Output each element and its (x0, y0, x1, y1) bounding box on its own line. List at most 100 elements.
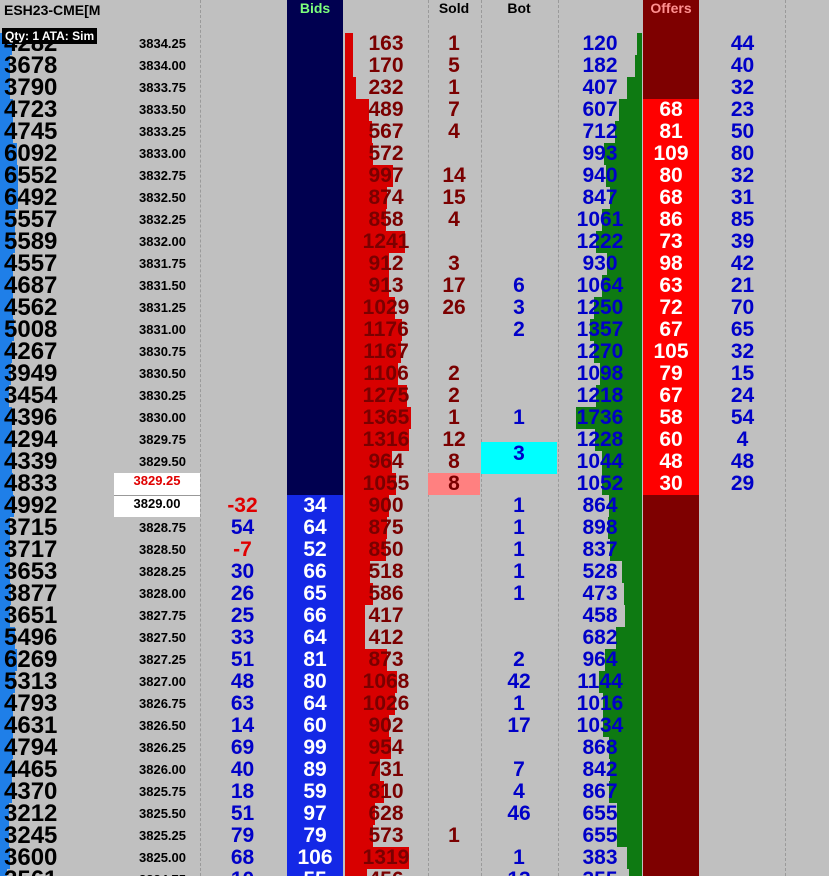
price-value[interactable]: 3825.25 (114, 825, 186, 847)
bid-size[interactable] (287, 187, 343, 209)
bid-size[interactable] (287, 429, 343, 451)
offer-size[interactable]: 86 (643, 209, 699, 231)
bid-size[interactable] (287, 297, 343, 319)
price-value[interactable]: 3830.75 (114, 341, 186, 363)
price-value[interactable]: 3828.25 (114, 561, 186, 583)
bid-size[interactable] (287, 275, 343, 297)
bid-size[interactable] (287, 165, 343, 187)
bid-size[interactable] (287, 77, 343, 99)
bid-size[interactable]: 55 (287, 869, 343, 876)
bid-size[interactable]: 66 (287, 605, 343, 627)
offer-size[interactable] (643, 693, 699, 715)
price-value[interactable]: 3825.00 (114, 847, 186, 869)
bid-size[interactable]: 52 (287, 539, 343, 561)
price-value[interactable]: 3834.00 (114, 55, 186, 77)
bid-size[interactable]: 60 (287, 715, 343, 737)
price-value[interactable]: 3832.75 (114, 165, 186, 187)
price-value[interactable]: 3832.00 (114, 231, 186, 253)
offer-size[interactable]: 67 (643, 385, 699, 407)
bid-size[interactable]: 59 (287, 781, 343, 803)
price-value[interactable]: 3830.25 (114, 385, 186, 407)
bid-size[interactable]: 65 (287, 583, 343, 605)
bid-size[interactable]: 34 (287, 495, 343, 517)
price-value[interactable]: 3832.25 (114, 209, 186, 231)
price-value[interactable]: 3826.75 (114, 693, 186, 715)
price-value[interactable]: 3829.75 (114, 429, 186, 451)
offer-size[interactable]: 72 (643, 297, 699, 319)
offer-size[interactable] (643, 671, 699, 693)
price-value[interactable]: 3828.50 (114, 539, 186, 561)
price-value[interactable]: 3832.50 (114, 187, 186, 209)
offer-size[interactable] (643, 781, 699, 803)
price-value[interactable]: 3827.50 (114, 627, 186, 649)
offer-size[interactable]: 105 (643, 341, 699, 363)
price-value[interactable]: 3824.75 (114, 869, 186, 876)
bid-size[interactable]: 66 (287, 561, 343, 583)
price-value[interactable]: 3826.50 (114, 715, 186, 737)
offer-size[interactable] (643, 847, 699, 869)
bid-size[interactable] (287, 121, 343, 143)
price-value[interactable]: 3828.00 (114, 583, 186, 605)
offer-size[interactable] (643, 803, 699, 825)
offer-size[interactable] (643, 33, 699, 55)
offer-size[interactable]: 79 (643, 363, 699, 385)
bid-size[interactable] (287, 451, 343, 473)
price-value[interactable]: 3831.75 (114, 253, 186, 275)
bid-size[interactable] (287, 209, 343, 231)
bid-size[interactable] (287, 99, 343, 121)
bid-size[interactable]: 79 (287, 825, 343, 847)
price-value[interactable]: 3833.75 (114, 77, 186, 99)
offer-size[interactable] (643, 517, 699, 539)
offer-size[interactable] (643, 77, 699, 99)
price-value[interactable]: 3825.50 (114, 803, 186, 825)
offer-size[interactable]: 81 (643, 121, 699, 143)
offer-size[interactable] (643, 55, 699, 77)
bid-size[interactable] (287, 33, 343, 55)
bid-size[interactable] (287, 407, 343, 429)
offer-size[interactable]: 73 (643, 231, 699, 253)
price-value[interactable]: 3833.25 (114, 121, 186, 143)
bid-size[interactable] (287, 231, 343, 253)
offer-size[interactable]: 80 (643, 165, 699, 187)
bid-size[interactable]: 64 (287, 693, 343, 715)
price-value[interactable]: 3831.50 (114, 275, 186, 297)
offer-size[interactable]: 98 (643, 253, 699, 275)
bid-size[interactable]: 99 (287, 737, 343, 759)
offer-size[interactable] (643, 715, 699, 737)
bid-size[interactable] (287, 473, 343, 495)
offer-size[interactable]: 68 (643, 187, 699, 209)
offer-size[interactable] (643, 627, 699, 649)
bid-size[interactable] (287, 143, 343, 165)
bid-size[interactable]: 106 (287, 847, 343, 869)
bid-size[interactable] (287, 55, 343, 77)
offer-size[interactable] (643, 869, 699, 876)
offer-size[interactable]: 30 (643, 473, 699, 495)
offer-size[interactable] (643, 759, 699, 781)
bid-size[interactable] (287, 341, 343, 363)
price-value[interactable]: 3833.00 (114, 143, 186, 165)
offer-size[interactable] (643, 561, 699, 583)
bid-size[interactable]: 89 (287, 759, 343, 781)
bid-size[interactable]: 64 (287, 517, 343, 539)
price-value[interactable]: 3825.75 (114, 781, 186, 803)
offer-size[interactable] (643, 583, 699, 605)
bid-size[interactable] (287, 363, 343, 385)
price-value[interactable]: 3827.00 (114, 671, 186, 693)
price-value[interactable]: 3833.50 (114, 99, 186, 121)
bid-size[interactable] (287, 253, 343, 275)
offer-size[interactable]: 63 (643, 275, 699, 297)
offer-size[interactable]: 68 (643, 99, 699, 121)
price-value[interactable]: 3834.25 (114, 33, 186, 55)
offer-size[interactable] (643, 605, 699, 627)
offer-size[interactable]: 58 (643, 407, 699, 429)
offer-size[interactable]: 67 (643, 319, 699, 341)
price-value[interactable]: 3830.00 (114, 407, 186, 429)
price-value[interactable]: 3826.25 (114, 737, 186, 759)
offer-size[interactable]: 60 (643, 429, 699, 451)
price-value[interactable]: 3831.00 (114, 319, 186, 341)
offer-size[interactable] (643, 737, 699, 759)
offer-size[interactable] (643, 539, 699, 561)
bid-size[interactable]: 80 (287, 671, 343, 693)
price-value[interactable]: 3826.00 (114, 759, 186, 781)
bid-size[interactable] (287, 385, 343, 407)
